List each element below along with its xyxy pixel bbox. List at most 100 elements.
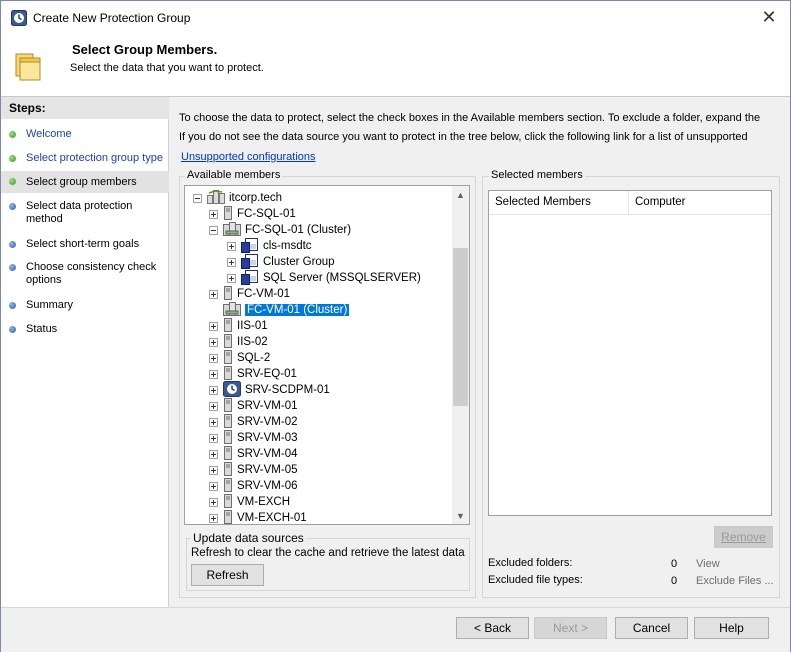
column-header-selected-members[interactable]: Selected Members [489, 191, 629, 215]
cancel-button[interactable]: Cancel [615, 617, 688, 639]
expand-icon[interactable] [209, 385, 218, 395]
server-icon [223, 413, 233, 431]
tree-node[interactable]: cls-msdtc [227, 237, 312, 254]
tree-node[interactable]: FC-VM-01 (Cluster) [209, 301, 351, 319]
tree-node-label[interactable]: SQL Server (MSSQLSERVER) [263, 272, 421, 284]
expand-icon[interactable] [209, 465, 218, 475]
tree-node-label[interactable]: SRV-EQ-01 [237, 368, 297, 380]
expand-icon[interactable] [209, 289, 218, 299]
selected-members-label: Selected members [489, 169, 585, 181]
steps-panel: Steps: Welcome Select protection group t… [1, 97, 169, 607]
close-button[interactable]: ✕ [756, 5, 782, 29]
server-icon [223, 205, 233, 223]
tree-node-label[interactable]: SQL-2 [237, 352, 270, 364]
step-complete-icon [9, 155, 16, 162]
tree-node[interactable]: FC-SQL-01 (Cluster) [209, 221, 351, 238]
expand-icon[interactable] [209, 481, 218, 491]
tree-node[interactable]: VM-EXCH [209, 493, 290, 510]
domain-icon [207, 189, 225, 207]
tree-node-label[interactable]: FC-VM-01 [237, 288, 290, 300]
tree-node[interactable]: SRV-VM-02 [209, 413, 298, 431]
cluster-icon [223, 301, 241, 319]
tree-node-label[interactable]: FC-VM-01 (Cluster) [243, 303, 351, 317]
expand-icon[interactable] [209, 369, 218, 379]
expand-icon[interactable] [209, 449, 218, 459]
expand-icon[interactable] [227, 257, 236, 267]
step-label: Select group members [26, 176, 137, 188]
server-icon [223, 333, 233, 351]
tree-node[interactable]: itcorp.tech [193, 189, 282, 207]
step-pending-icon [9, 203, 16, 210]
back-button[interactable]: < Back [456, 617, 529, 639]
tree-node-label[interactable]: FC-SQL-01 [237, 208, 296, 220]
tree-node-label[interactable]: IIS-01 [237, 320, 268, 332]
help-button[interactable]: Help [694, 617, 769, 639]
update-data-sources-description: Refresh to clear the cache and retrieve … [191, 547, 465, 559]
tree-node[interactable]: SRV-VM-01 [209, 397, 298, 414]
scroll-thumb[interactable] [453, 248, 468, 406]
tree-node-label[interactable]: itcorp.tech [229, 192, 282, 204]
tree-node-label[interactable]: SRV-VM-01 [237, 400, 298, 412]
tree-scrollbar[interactable]: ▲ ▼ [452, 186, 469, 524]
step-welcome[interactable]: Welcome [1, 127, 169, 143]
tree-node[interactable]: SQL-2 [209, 349, 270, 367]
excluded-file-types-label: Excluded file types: [488, 574, 583, 586]
tree-node[interactable]: VM-EXCH-01 [209, 509, 307, 524]
scroll-down-icon[interactable]: ▼ [452, 507, 469, 524]
excluded-file-types-count: 0 [671, 575, 678, 587]
expand-icon[interactable] [209, 209, 218, 219]
tree-node[interactable]: SQL Server (MSSQLSERVER) [227, 269, 421, 286]
step-label: Status [26, 323, 58, 335]
collapse-icon[interactable] [193, 193, 202, 203]
create-protection-group-window: Create New Protection Group ✕ Select Gro… [0, 0, 791, 652]
expand-icon[interactable] [209, 417, 218, 427]
server-icon [223, 349, 233, 367]
step-select-protection-group-type[interactable]: Select protection group type [1, 151, 169, 167]
collapse-icon[interactable] [209, 225, 218, 235]
step-select-group-members[interactable]: Select group members [1, 171, 169, 193]
tree-node[interactable]: SRV-VM-03 [209, 429, 298, 446]
expand-icon[interactable] [209, 433, 218, 443]
tree-node[interactable]: SRV-SCDPM-01 [209, 380, 330, 398]
column-header-computer[interactable]: Computer [629, 191, 771, 215]
refresh-button[interactable]: Refresh [191, 564, 264, 586]
tree-node[interactable]: SRV-VM-04 [209, 445, 298, 462]
tree-node[interactable]: IIS-01 [209, 317, 268, 334]
instructions-line-2: If you do not see the data source you wa… [179, 131, 748, 143]
available-members-tree[interactable]: itcorp.tech FC-SQL-01 FC-SQL-01 (Cluster) c… [184, 185, 470, 525]
view-excluded-folders-link[interactable]: View [696, 558, 720, 570]
expand-icon[interactable] [209, 353, 218, 363]
expand-icon[interactable] [209, 513, 218, 523]
expand-icon[interactable] [209, 337, 218, 347]
tree-node-label[interactable]: SRV-VM-06 [237, 480, 298, 492]
tree-node-label[interactable]: cls-msdtc [263, 240, 312, 252]
tree-node-label[interactable]: IIS-02 [237, 336, 268, 348]
tree-node[interactable]: FC-VM-01 [209, 285, 290, 302]
remove-button[interactable]: Remove [714, 526, 773, 548]
expand-icon[interactable] [209, 321, 218, 331]
scroll-up-icon[interactable]: ▲ [452, 186, 469, 203]
tree-node-label[interactable]: VM-EXCH-01 [237, 512, 307, 524]
tree-node[interactable]: SRV-VM-06 [209, 477, 298, 495]
expand-icon[interactable] [227, 273, 236, 283]
tree-node-label[interactable]: VM-EXCH [237, 496, 290, 508]
tree-node-label[interactable]: SRV-SCDPM-01 [245, 384, 330, 396]
selected-members-list[interactable]: Selected Members Computer [488, 190, 772, 516]
tree-node[interactable]: SRV-VM-05 [209, 461, 298, 478]
exclude-files-link[interactable]: Exclude Files ... [696, 575, 774, 587]
expand-icon[interactable] [209, 497, 218, 507]
expand-icon[interactable] [227, 241, 236, 251]
tree-node[interactable]: FC-SQL-01 [209, 205, 296, 223]
unsupported-configurations-link[interactable]: Unsupported configurations [181, 151, 316, 163]
tree-node-label[interactable]: FC-SQL-01 (Cluster) [245, 224, 351, 236]
tree-node-label[interactable]: SRV-VM-04 [237, 448, 298, 460]
server-icon [223, 477, 233, 495]
tree-node-label[interactable]: SRV-VM-05 [237, 464, 298, 476]
tree-node-label[interactable]: SRV-VM-02 [237, 416, 298, 428]
tree-node-label[interactable]: Cluster Group [263, 256, 335, 268]
tree-node-label[interactable]: SRV-VM-03 [237, 432, 298, 444]
tree-node[interactable]: IIS-02 [209, 333, 268, 351]
expand-icon[interactable] [209, 401, 218, 411]
step-current-icon [9, 178, 16, 185]
next-button[interactable]: Next > [534, 617, 607, 639]
